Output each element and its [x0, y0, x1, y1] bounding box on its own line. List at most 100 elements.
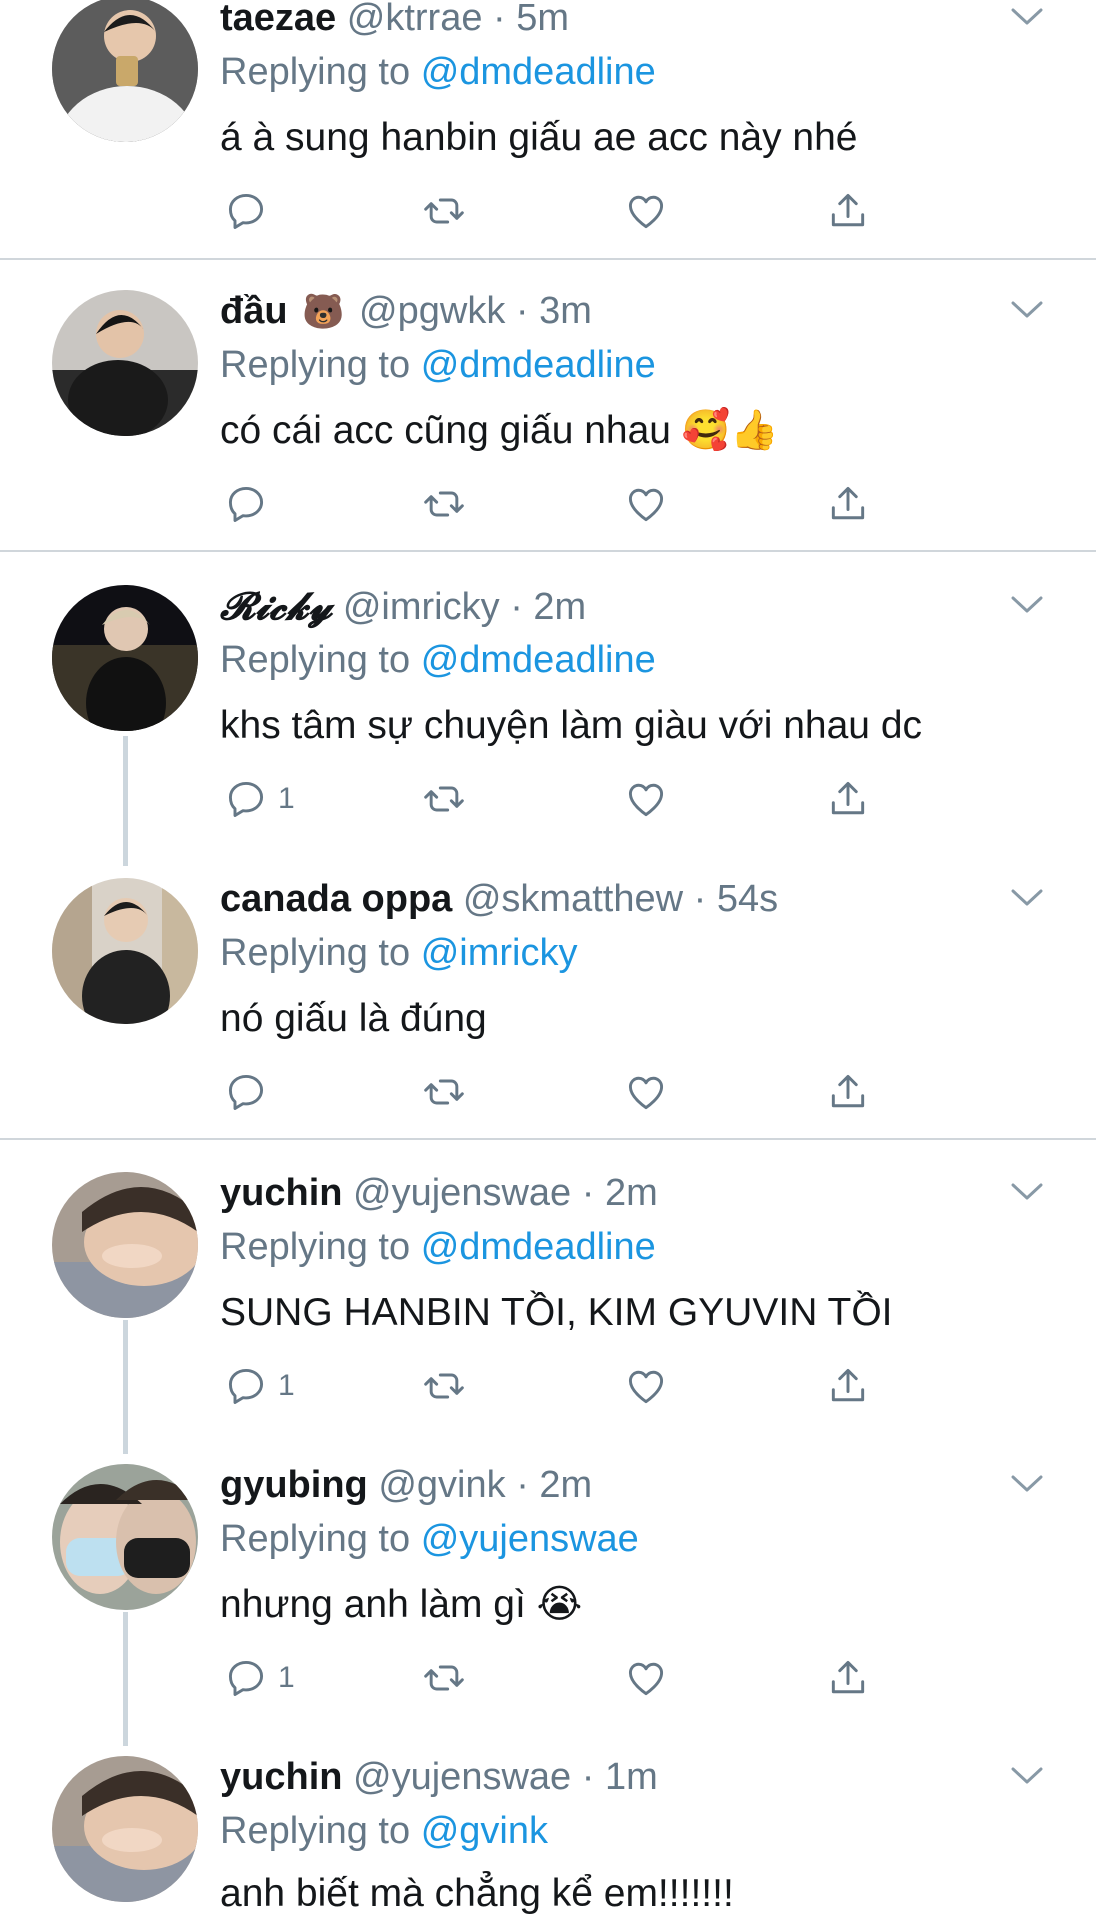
- user-handle[interactable]: @pgwkk: [359, 290, 505, 332]
- display-name[interactable]: đầu: [220, 290, 288, 332]
- retweet-icon: [424, 198, 464, 224]
- like-icon: [628, 1662, 664, 1696]
- avatar[interactable]: [52, 1172, 198, 1318]
- reply-button[interactable]: 1: [224, 774, 295, 824]
- avatar[interactable]: [52, 585, 198, 731]
- mention-link[interactable]: @gvink: [421, 1810, 548, 1852]
- tweet-text: nhưng anh làm gì 😭: [220, 1583, 583, 1626]
- like-icon: [628, 783, 664, 817]
- reply-button[interactable]: 1: [224, 1653, 295, 1703]
- like-button[interactable]: [624, 1067, 668, 1117]
- display-name[interactable]: gyubing: [220, 1464, 368, 1506]
- chevron-down-icon[interactable]: [1010, 1473, 1044, 1495]
- share-button[interactable]: [826, 186, 870, 236]
- share-button[interactable]: [826, 1067, 870, 1117]
- chevron-down-icon[interactable]: [1010, 299, 1044, 321]
- timestamp[interactable]: 3m: [539, 290, 592, 332]
- reply-button[interactable]: [224, 186, 278, 236]
- like-button[interactable]: [624, 1653, 668, 1703]
- display-name[interactable]: 𝓡𝓲𝓬𝓴𝔂: [220, 583, 332, 628]
- like-button[interactable]: [624, 1361, 668, 1411]
- share-icon: [831, 486, 865, 520]
- reply-prefix: Replying to: [220, 1226, 411, 1268]
- share-button[interactable]: [826, 774, 870, 824]
- retweet-button[interactable]: [422, 774, 466, 824]
- timestamp[interactable]: 2m: [605, 1172, 658, 1214]
- display-name[interactable]: canada oppa: [220, 878, 452, 920]
- chevron-down-icon[interactable]: [1010, 887, 1044, 909]
- avatar[interactable]: [52, 878, 198, 1024]
- reply-icon: [228, 1074, 264, 1110]
- user-handle[interactable]: @yujenswae: [353, 1172, 571, 1214]
- share-button[interactable]: [826, 1361, 870, 1411]
- avatar[interactable]: [52, 0, 198, 142]
- tweet-text: nó giấu là đúng: [220, 997, 487, 1040]
- reply-button[interactable]: [224, 1067, 278, 1117]
- tweet[interactable]: gyubing @gvink · 2m Replying to @yujensw…: [0, 1432, 1096, 1722]
- user-handle[interactable]: @skmatthew: [463, 878, 683, 920]
- chevron-down-icon[interactable]: [1010, 1765, 1044, 1787]
- timestamp[interactable]: 2m: [533, 586, 586, 628]
- retweet-icon: [424, 786, 464, 812]
- separator-dot: ·: [510, 586, 523, 628]
- like-button[interactable]: [624, 774, 668, 824]
- tweet-text: á à sung hanbin giấu ae acc này nhé: [220, 116, 858, 159]
- reply-button[interactable]: [224, 479, 278, 529]
- reply-prefix: Replying to: [220, 51, 411, 93]
- separator-dot: ·: [581, 1172, 595, 1214]
- display-name[interactable]: taezae: [220, 0, 336, 39]
- like-icon: [628, 488, 664, 522]
- retweet-button[interactable]: [422, 186, 466, 236]
- tweet[interactable]: yuchin @yujenswae · 1m Replying to @gvin…: [0, 1724, 1096, 1920]
- tweet-text: khs tâm sự chuyện làm giàu với nhau dc: [220, 704, 923, 747]
- display-name[interactable]: yuchin: [220, 1756, 342, 1798]
- like-button[interactable]: [624, 479, 668, 529]
- share-icon: [831, 1368, 865, 1402]
- tweet[interactable]: canada oppa @skmatthew · 54s Replying to…: [0, 842, 1096, 1138]
- mention-link[interactable]: @imricky: [421, 932, 578, 974]
- reply-prefix: Replying to: [220, 1518, 411, 1560]
- reply-context: Replying to @dmdeadline: [220, 1223, 656, 1271]
- chevron-down-icon[interactable]: [1010, 594, 1044, 616]
- tweet[interactable]: đầu 🐻 @pgwkk · 3m Replying to @dmdeadlin…: [0, 260, 1096, 550]
- chevron-down-icon[interactable]: [1010, 6, 1044, 28]
- retweet-button[interactable]: [422, 1653, 466, 1703]
- avatar[interactable]: [52, 290, 198, 436]
- mention-link[interactable]: @dmdeadline: [421, 51, 656, 93]
- reply-icon: [228, 193, 264, 229]
- retweet-button[interactable]: [422, 1361, 466, 1411]
- reply-button[interactable]: 1: [224, 1361, 295, 1411]
- chevron-down-icon[interactable]: [1010, 1181, 1044, 1203]
- timestamp[interactable]: 1m: [605, 1756, 658, 1798]
- retweet-button[interactable]: [422, 1067, 466, 1117]
- like-icon: [628, 1076, 664, 1110]
- user-handle[interactable]: @gvink: [378, 1464, 505, 1506]
- like-button[interactable]: [624, 186, 668, 236]
- retweet-icon: [424, 1079, 464, 1105]
- user-handle[interactable]: @imricky: [343, 586, 500, 628]
- mention-link[interactable]: @dmdeadline: [421, 344, 656, 386]
- timestamp[interactable]: 2m: [539, 1464, 592, 1506]
- share-button[interactable]: [826, 479, 870, 529]
- avatar[interactable]: [52, 1464, 198, 1610]
- retweet-button[interactable]: [422, 479, 466, 529]
- reply-context: Replying to @imricky: [220, 929, 577, 977]
- timestamp[interactable]: 5m: [516, 0, 569, 39]
- reply-prefix: Replying to: [220, 932, 411, 974]
- mention-link[interactable]: @dmdeadline: [421, 1226, 656, 1268]
- reply-prefix: Replying to: [220, 1810, 411, 1852]
- tweet[interactable]: yuchin @yujenswae · 2m Replying to @dmde…: [0, 1140, 1096, 1432]
- display-name[interactable]: yuchin: [220, 1172, 342, 1214]
- mention-link[interactable]: @dmdeadline: [421, 639, 656, 681]
- reply-count: 1: [278, 1369, 295, 1402]
- user-handle[interactable]: @yujenswae: [353, 1756, 571, 1798]
- share-button[interactable]: [826, 1653, 870, 1703]
- user-handle[interactable]: @ktrrae: [347, 0, 483, 39]
- tweet[interactable]: taezae @ktrrae · 5m Replying to @dmdeadl…: [0, 0, 1096, 258]
- timestamp[interactable]: 54s: [717, 878, 778, 920]
- tweet[interactable]: 𝓡𝓲𝓬𝓴𝔂 @imricky · 2m Replying to @dmdeadl…: [0, 552, 1096, 842]
- mention-link[interactable]: @yujenswae: [421, 1518, 639, 1560]
- avatar[interactable]: [52, 1756, 198, 1902]
- separator-dot: ·: [493, 0, 506, 39]
- separator-dot: ·: [516, 1464, 529, 1506]
